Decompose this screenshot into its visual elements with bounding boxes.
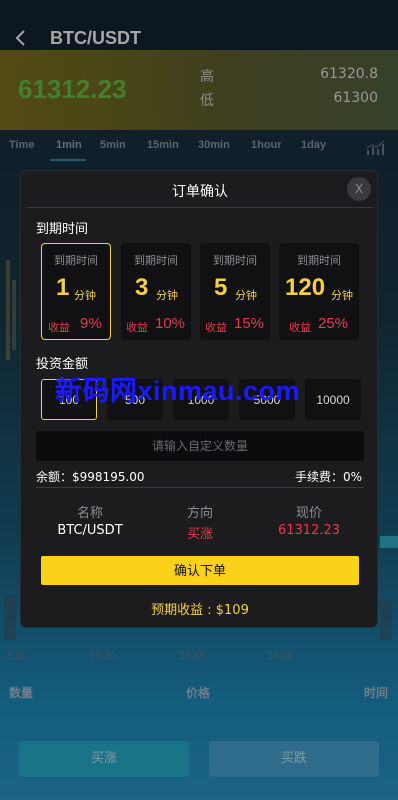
fee: 手续费：0% (295, 468, 362, 485)
fee-label: 手续费： (294, 470, 343, 484)
modal-title: 订单确认 (172, 184, 228, 200)
name-header: 名称 (76, 506, 103, 521)
current-price-value: 61312.23 (277, 523, 341, 538)
rate-value: 15% (234, 315, 265, 332)
divider (27, 207, 373, 208)
amount-option-10000[interactable]: 10000 (305, 379, 361, 420)
rate-value: 9% (80, 315, 102, 332)
balance-label: 余额： (36, 470, 73, 484)
expiry-label: 到期时间 (297, 254, 341, 267)
expiry-unit: 分钟 (331, 289, 353, 302)
expiry-number: 5 (214, 274, 228, 301)
rate-label: 收益 (205, 321, 227, 334)
rate-label: 收益 (48, 321, 70, 334)
order-confirm-modal: 订单确认 X 到期时间 到期时间 1 分钟 收益 9% 到期时间 3 分钟 收益… (20, 170, 378, 628)
expiry-option-3min[interactable]: 到期时间 3 分钟 收益 10% (121, 243, 191, 340)
expiry-number: 120 (285, 274, 326, 301)
balance-value: $998195.00 (72, 470, 145, 484)
direction-value: 买涨 (186, 527, 213, 542)
watermark-text: 新码网xinmau.com (55, 376, 301, 406)
name-value: BTC/USDT (57, 523, 123, 538)
divider (36, 487, 364, 488)
expiry-unit: 分钟 (74, 289, 96, 302)
confirm-order-button[interactable]: 确认下单 (41, 556, 359, 585)
rate-label: 收益 (126, 321, 148, 334)
expiry-option-1min[interactable]: 到期时间 1 分钟 收益 9% (41, 243, 111, 340)
expiry-number: 3 (135, 274, 149, 301)
balance: 余额：$998195.00 (36, 468, 145, 485)
direction-header: 方向 (186, 506, 213, 521)
expiry-section-label: 到期时间 (36, 222, 89, 237)
close-button[interactable]: X (347, 177, 371, 201)
price-header: 现价 (295, 506, 322, 521)
expiry-label: 到期时间 (213, 254, 257, 267)
expiry-option-5min[interactable]: 到期时间 5 分钟 收益 15% (200, 243, 270, 340)
expiry-unit: 分钟 (156, 289, 178, 302)
fee-value: 0% (342, 470, 362, 484)
expiry-number: 1 (56, 274, 70, 301)
expected-profit: 预期收益 : $109 (151, 603, 249, 618)
expiry-label: 到期时间 (134, 254, 178, 267)
custom-amount-input[interactable] (36, 431, 364, 461)
expiry-option-120min[interactable]: 到期时间 120 分钟 收益 25% (279, 243, 359, 340)
rate-value: 10% (155, 315, 186, 332)
rate-label: 收益 (289, 321, 311, 334)
expiry-unit: 分钟 (235, 289, 257, 302)
rate-value: 25% (318, 315, 349, 332)
expiry-label: 到期时间 (54, 254, 98, 267)
